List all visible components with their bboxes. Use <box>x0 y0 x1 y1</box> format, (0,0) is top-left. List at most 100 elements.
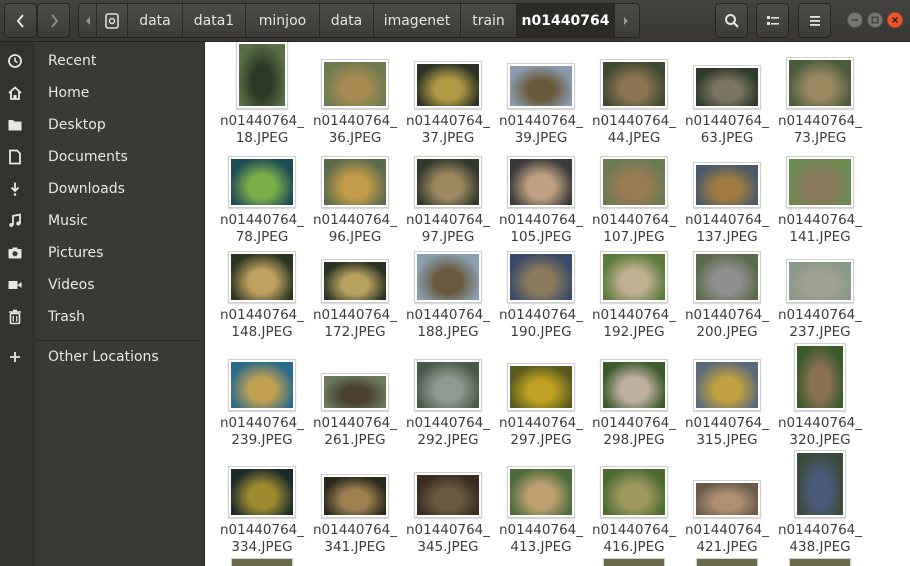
thumbnail-container <box>682 162 772 208</box>
close-button[interactable] <box>887 12 903 28</box>
thumbnail-container <box>589 466 679 518</box>
breadcrumb-scroll-left[interactable] <box>79 4 97 37</box>
thumbnail-container <box>403 472 493 518</box>
fish-photo <box>417 475 479 515</box>
sidebar-item-recent[interactable]: Recent <box>0 45 205 77</box>
file-name-line: n01440764_ <box>591 113 677 129</box>
file-name-line: 416.JPEG <box>603 539 665 555</box>
file-name-line: n01440764_ <box>312 415 398 431</box>
file-name-line: 292.JPEG <box>417 432 479 448</box>
fish-photo <box>324 376 386 408</box>
file-name-line: 97.JPEG <box>421 229 475 245</box>
file-name: n01440764_ 18.JPEG <box>211 113 313 147</box>
thumbnail-container <box>496 63 586 109</box>
menu-button[interactable] <box>798 3 831 38</box>
fish-photo <box>239 44 285 106</box>
breadcrumb-item[interactable]: imagenet <box>374 4 461 37</box>
sidebar-item-trash[interactable]: Trash <box>0 301 205 333</box>
file-name-line: 190.JPEG <box>510 324 572 340</box>
thumbnail-container <box>589 59 679 109</box>
sidebar-item-pictures[interactable]: Pictures <box>0 237 205 269</box>
thumbnail-container <box>496 466 586 518</box>
file-thumbnail <box>236 42 288 109</box>
file-name-line: n01440764_ <box>684 522 770 538</box>
thumbnail-container <box>682 359 772 411</box>
close-icon <box>892 17 898 23</box>
breadcrumb-item[interactable]: train <box>461 4 517 37</box>
trash-icon <box>6 308 24 326</box>
minimize-button[interactable] <box>847 12 863 28</box>
sidebar-item-other-locations[interactable]: Other Locations <box>0 341 205 373</box>
thumbnail-container <box>403 359 493 411</box>
fish-photo <box>231 362 293 408</box>
file-name-line: n01440764_ <box>312 307 398 323</box>
file-name: n01440764_ 334.JPEG <box>211 522 313 556</box>
file-name-line: 334.JPEG <box>231 539 293 555</box>
forward-button[interactable] <box>37 3 70 38</box>
breadcrumb-item[interactable]: data1 <box>183 4 246 37</box>
back-button[interactable] <box>4 3 37 38</box>
sidebar-item-downloads[interactable]: Downloads <box>0 173 205 205</box>
breadcrumb-root[interactable] <box>97 4 128 37</box>
breadcrumb-item[interactable]: minjoo <box>246 4 320 37</box>
breadcrumb-scroll-right[interactable] <box>615 4 637 37</box>
file-name-line: 137.JPEG <box>696 229 758 245</box>
breadcrumb-item[interactable]: data <box>320 4 374 37</box>
file-thumbnail <box>507 466 575 518</box>
fish-photo <box>603 159 665 205</box>
sidebar-item-desktop[interactable]: Desktop <box>0 109 205 141</box>
thumbnail-container <box>310 156 400 208</box>
sidebar-item-videos[interactable]: Videos <box>0 269 205 301</box>
file-name-line: n01440764_ <box>219 307 305 323</box>
sidebar-item-music[interactable]: Music <box>0 205 205 237</box>
plus-icon <box>6 348 24 366</box>
file-thumbnail[interactable] <box>696 558 758 566</box>
file-thumbnail <box>228 359 296 411</box>
file-name: n01440764_ 188.JPEG <box>397 307 499 341</box>
maximize-button[interactable] <box>867 12 883 28</box>
file-thumbnail[interactable] <box>231 558 293 566</box>
file-name-line: n01440764_ <box>591 212 677 228</box>
thumbnail-container <box>775 57 865 109</box>
breadcrumb-current[interactable]: n01440764 <box>517 4 615 37</box>
sidebar-item-documents[interactable]: Documents <box>0 141 205 173</box>
maximize-icon <box>871 16 879 24</box>
file-name: n01440764_ 237.JPEG <box>769 307 871 341</box>
thumbnail-container <box>775 343 865 411</box>
fish-photo <box>417 64 479 106</box>
file-thumbnail <box>507 363 575 411</box>
file-name: n01440764_ 148.JPEG <box>211 307 313 341</box>
caret-left-icon <box>85 16 90 25</box>
file-thumbnail <box>228 466 296 518</box>
breadcrumb-item[interactable]: data <box>128 4 183 37</box>
sidebar-item-label: Pictures <box>48 245 104 261</box>
thumbnail-container <box>217 156 307 208</box>
file-name-line: 320.JPEG <box>789 432 851 448</box>
file-name-line: 237.JPEG <box>789 324 851 340</box>
search-icon <box>724 13 739 28</box>
file-name: n01440764_ 96.JPEG <box>304 212 406 246</box>
thumbnail-container <box>403 61 493 109</box>
file-thumbnail[interactable] <box>789 558 851 566</box>
thumbnail-container <box>217 42 307 109</box>
file-name-line: 73.JPEG <box>793 130 847 146</box>
sidebar-item-label: Downloads <box>48 181 125 197</box>
file-name: n01440764_ 172.JPEG <box>304 307 406 341</box>
file-name-line: 39.JPEG <box>514 130 568 146</box>
file-name: n01440764_ 438.JPEG <box>769 522 871 556</box>
file-thumbnail <box>600 466 668 518</box>
view-options-button[interactable] <box>756 3 789 38</box>
file-name-line: n01440764_ <box>684 113 770 129</box>
file-name-line: n01440764_ <box>591 415 677 431</box>
file-name-line: 261.JPEG <box>324 432 386 448</box>
sidebar-item-label: Music <box>48 213 88 229</box>
fish-photo <box>324 159 386 205</box>
sidebar-item-home[interactable]: Home <box>0 77 205 109</box>
file-thumbnail <box>507 156 575 208</box>
search-button[interactable] <box>715 3 748 38</box>
file-name-line: 63.JPEG <box>700 130 754 146</box>
file-name: n01440764_ 261.JPEG <box>304 415 406 449</box>
file-name-line: 188.JPEG <box>417 324 479 340</box>
file-thumbnail[interactable] <box>603 558 665 566</box>
fish-photo <box>603 254 665 300</box>
